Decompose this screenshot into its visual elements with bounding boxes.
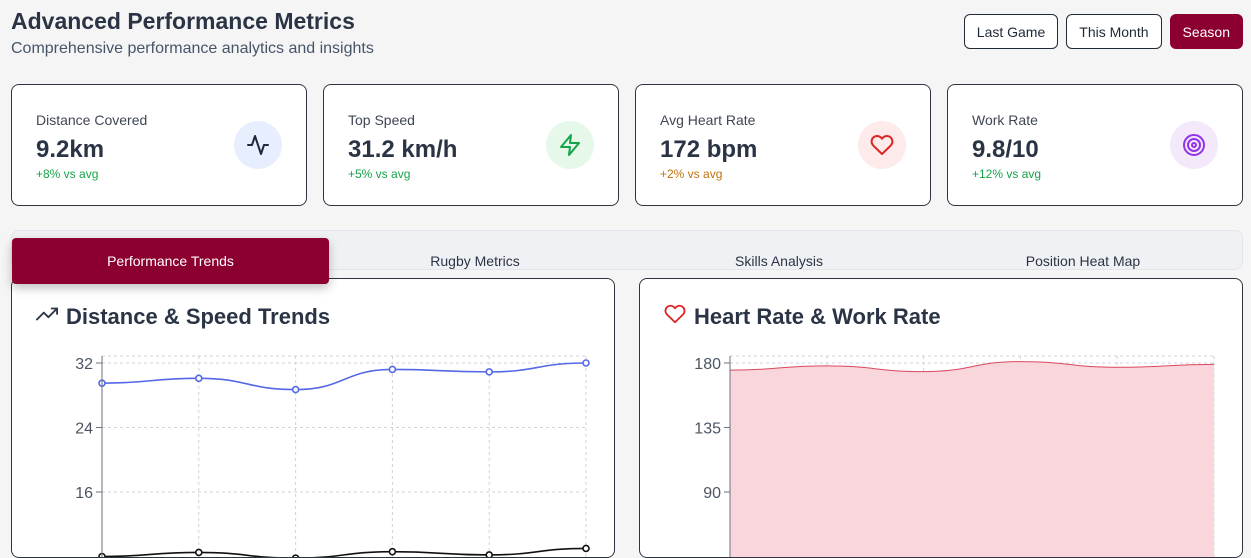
period-selector: Last Game This Month Season: [964, 14, 1243, 49]
data-point: [196, 549, 202, 555]
season-button[interactable]: Season: [1170, 14, 1243, 49]
stat-change: +5% vs avg: [348, 167, 410, 181]
tab-performance-trends[interactable]: Performance Trends: [12, 238, 329, 284]
target-icon: [1170, 121, 1218, 169]
distance-speed-chart: 32 24 16: [12, 279, 615, 558]
data-point: [389, 366, 395, 372]
series-line: [102, 548, 586, 558]
page-subtitle: Comprehensive performance analytics and …: [11, 40, 374, 58]
series-line: [102, 363, 586, 390]
y-tick-label: 32: [75, 356, 93, 373]
zap-icon: [546, 121, 594, 169]
activity-icon: [234, 121, 282, 169]
stat-value: 9.2km: [36, 136, 104, 164]
tab-skills-analysis[interactable]: Skills Analysis: [735, 253, 823, 269]
heart-work-chart: 180 135 90: [640, 279, 1243, 558]
tab-position-heat-map[interactable]: Position Heat Map: [1026, 253, 1140, 269]
y-tick-label: 135: [694, 421, 721, 438]
stat-card-top-speed: Top Speed 31.2 km/h +5% vs avg: [323, 84, 619, 206]
y-tick-label: 24: [75, 421, 93, 438]
data-point: [196, 375, 202, 381]
y-tick-label: 90: [703, 485, 721, 502]
stat-label: Top Speed: [348, 112, 415, 128]
heart-work-panel: Heart Rate & Work Rate 18013590: [639, 278, 1243, 558]
data-point: [583, 360, 589, 366]
stat-card-work-rate: Work Rate 9.8/10 +12% vs avg: [947, 84, 1243, 206]
data-point: [486, 552, 492, 558]
stat-label: Distance Covered: [36, 112, 147, 128]
stat-label: Work Rate: [972, 112, 1038, 128]
data-point: [583, 545, 589, 551]
data-point: [389, 549, 395, 555]
this-month-button[interactable]: This Month: [1066, 14, 1161, 49]
data-point: [486, 369, 492, 375]
stat-card-heart-rate: Avg Heart Rate 172 bpm +2% vs avg: [635, 84, 931, 206]
heart-icon: [858, 121, 906, 169]
stat-value: 172 bpm: [660, 136, 757, 164]
last-game-button[interactable]: Last Game: [964, 14, 1058, 49]
distance-speed-panel: Distance & Speed Trends 322416: [11, 278, 615, 558]
stat-value: 9.8/10: [972, 136, 1039, 164]
stat-change: +8% vs avg: [36, 167, 98, 181]
stat-label: Avg Heart Rate: [660, 112, 755, 128]
stat-value: 31.2 km/h: [348, 136, 457, 164]
stat-change: +12% vs avg: [972, 167, 1041, 181]
stat-change: +2% vs avg: [660, 167, 722, 181]
tab-rugby-metrics[interactable]: Rugby Metrics: [430, 253, 519, 269]
y-tick-label: 180: [694, 356, 721, 373]
stat-card-distance: Distance Covered 9.2km +8% vs avg: [11, 84, 307, 206]
area-fill: [730, 362, 1214, 558]
page-title: Advanced Performance Metrics: [11, 8, 355, 35]
data-point: [293, 387, 299, 393]
y-tick-label: 16: [75, 485, 93, 502]
